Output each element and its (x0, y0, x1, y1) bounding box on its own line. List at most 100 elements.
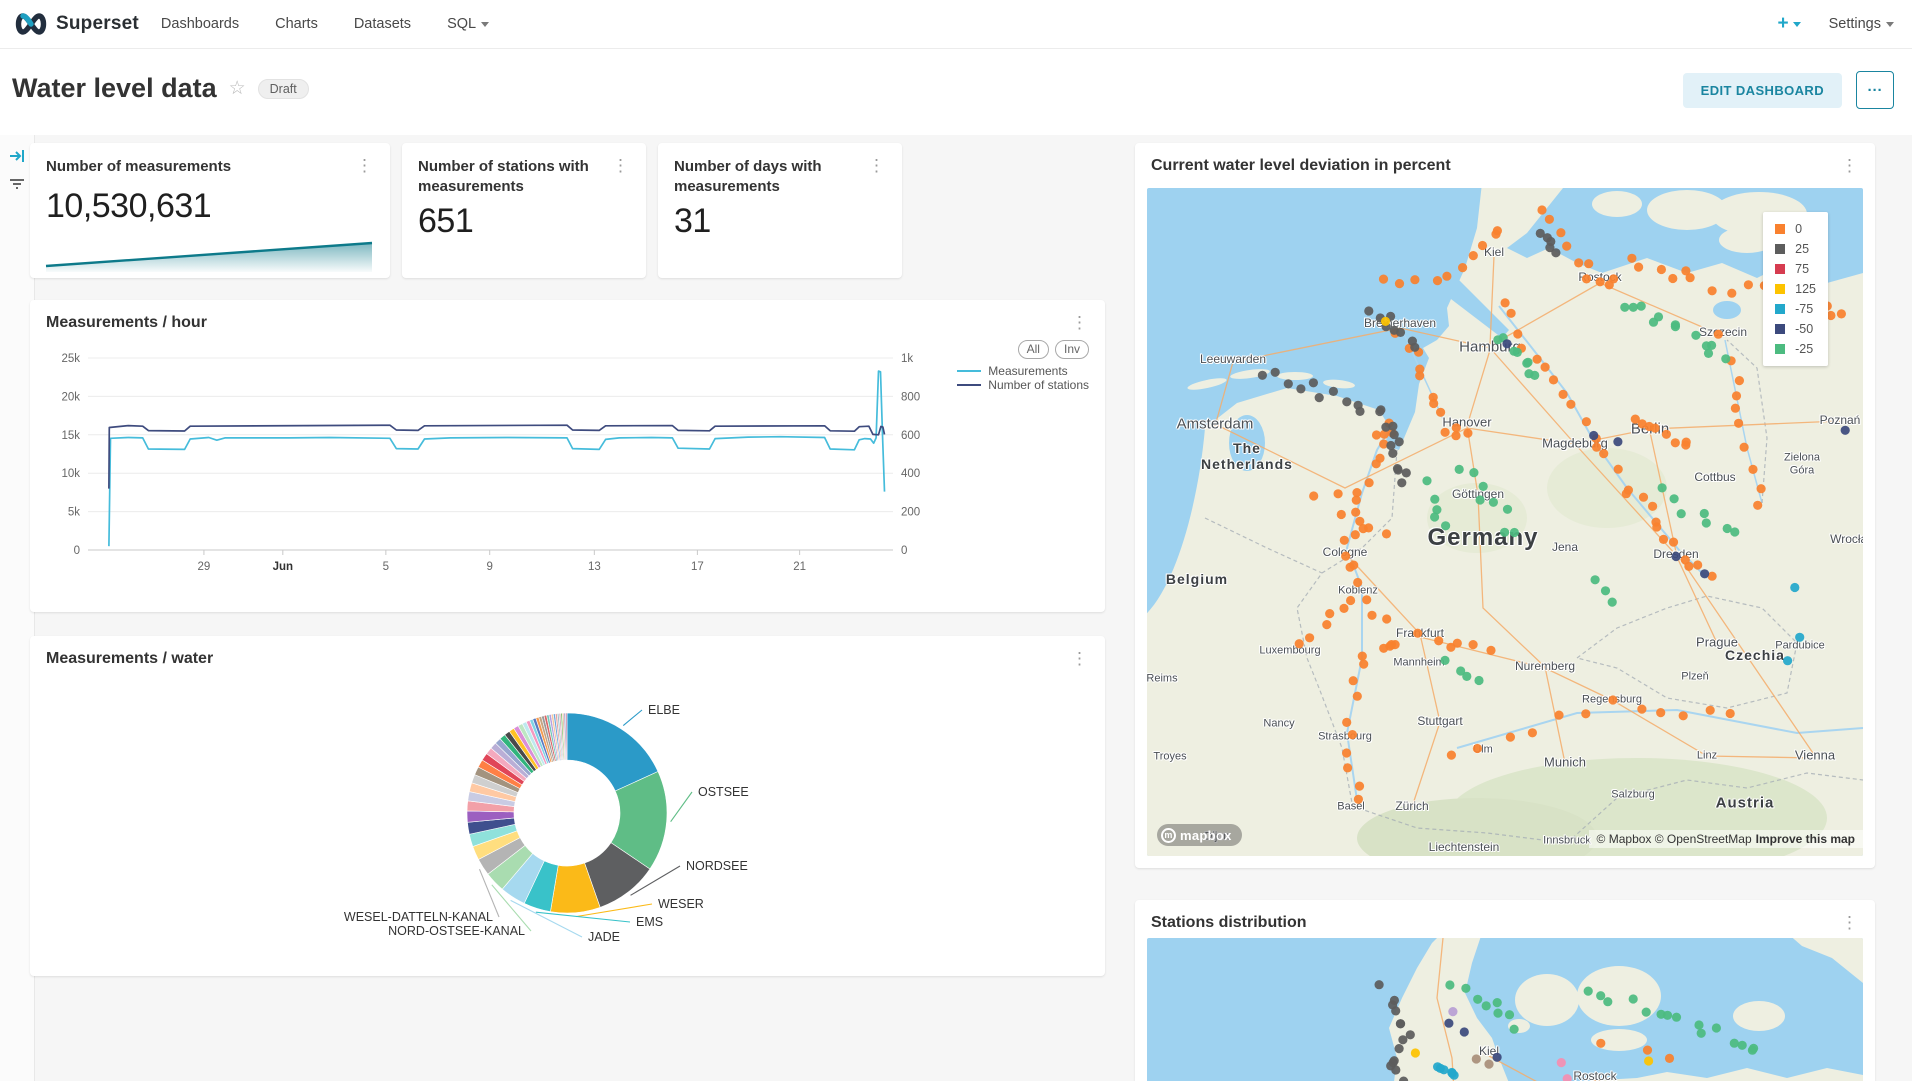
legend-item[interactable]: Measurements (957, 364, 1089, 378)
kebab-menu-icon[interactable]: ⋮ (607, 155, 634, 176)
filter-icon[interactable] (8, 175, 26, 193)
water-donut-chart[interactable]: ELBE OSTSEE NORDSEE WESER EMS JADE NORD-OSTSEE… (30, 636, 1105, 976)
map-legend-item[interactable]: 125 (1775, 282, 1816, 296)
legend-color-swatch (1775, 304, 1785, 314)
status-badge: Draft (258, 79, 309, 99)
svg-text:EMS: EMS (636, 915, 663, 929)
svg-text:WESER: WESER (658, 897, 704, 911)
caret-down-icon (481, 22, 489, 27)
attribution-text[interactable]: © Mapbox © OpenStreetMap (1597, 832, 1752, 846)
more-actions-button[interactable]: ··· (1856, 71, 1894, 109)
favorite-star-icon[interactable]: ☆ (229, 77, 246, 100)
svg-text:NORD-OSTSEE-KANAL: NORD-OSTSEE-KANAL (388, 924, 525, 938)
kpi-value: 31 (674, 202, 886, 241)
nav-item-charts[interactable]: Charts (275, 16, 318, 32)
nav-item-datasets[interactable]: Datasets (354, 16, 411, 32)
legend-line-swatch (957, 384, 981, 386)
map-legend-item[interactable]: 0 (1775, 222, 1816, 236)
map-legend-item[interactable]: 25 (1775, 242, 1816, 256)
superset-logo[interactable]: Superset (14, 13, 139, 35)
kpi-value: 651 (418, 202, 630, 241)
map-legend-item[interactable]: -25 (1775, 342, 1816, 356)
legend-color-swatch (1775, 344, 1785, 354)
expand-filter-bar-icon[interactable] (8, 147, 26, 165)
water-chart-card: Measurements / water ⋮ ELBEOSTSEENORDSEE… (30, 636, 1105, 976)
deviation-map[interactable]: The NetherlandsBelgiumGermanyCzechiaAust… (1147, 188, 1863, 856)
hour-chart-card: Measurements / hour ⋮ AllInv Measurement… (30, 300, 1105, 612)
svg-text:17: 17 (691, 561, 704, 573)
kpi-value: 10,530,631 (46, 187, 374, 226)
improve-map-link[interactable]: Improve this map (1756, 832, 1855, 846)
svg-text:800: 800 (901, 391, 920, 403)
map-legend-item[interactable]: 75 (1775, 262, 1816, 276)
svg-text:1k: 1k (901, 353, 913, 365)
kebab-menu-icon[interactable]: ⋮ (1836, 155, 1863, 176)
kebab-menu-icon[interactable]: ⋮ (1836, 912, 1863, 933)
mapbox-mark-icon: m (1161, 828, 1176, 843)
chart-title: Current water level deviation in percent (1135, 143, 1875, 175)
kpi-sparkline (44, 234, 374, 274)
chart-legend: All Inv MeasurementsNumber of stations (957, 340, 1089, 392)
mapbox-logo[interactable]: mmapbox (1157, 824, 1242, 846)
top-nav: Superset Dashboards Charts Datasets SQL + S… (0, 0, 1912, 49)
svg-text:0: 0 (74, 545, 80, 557)
svg-text:WESEL-DATTELN-KANAL: WESEL-DATTELN-KANAL (344, 910, 493, 924)
svg-text:15k: 15k (61, 430, 80, 442)
legend-color-swatch (1775, 324, 1785, 334)
kebab-menu-icon[interactable]: ⋮ (351, 155, 378, 176)
map-legend-item[interactable]: -50 (1775, 322, 1816, 336)
svg-text:400: 400 (901, 468, 920, 480)
edit-dashboard-button[interactable]: EDIT DASHBOARD (1683, 73, 1842, 108)
hour-line-chart[interactable]: 005k20010k40015k60020k80025k1k29Jun59131… (30, 300, 1105, 612)
legend-color-swatch (1775, 224, 1785, 234)
nav-item-dashboards[interactable]: Dashboards (161, 16, 239, 32)
map-dots (1147, 938, 1863, 1081)
kebab-menu-icon[interactable]: ⋮ (863, 155, 890, 176)
legend-color-swatch (1775, 264, 1785, 274)
nav-menu: Dashboards Charts Datasets SQL (161, 16, 489, 32)
superset-infinity-icon (14, 13, 48, 35)
svg-text:29: 29 (198, 561, 211, 573)
svg-text:25k: 25k (61, 353, 80, 365)
svg-text:200: 200 (901, 507, 920, 519)
kpi-title: Number of days with measurements (674, 157, 886, 198)
svg-text:5: 5 (383, 561, 389, 573)
legend-item[interactable]: Number of stations (957, 378, 1089, 392)
svg-text:JADE: JADE (588, 930, 620, 944)
svg-text:NORDSEE: NORDSEE (686, 859, 748, 873)
caret-down-icon (1793, 22, 1801, 27)
svg-text:9: 9 (486, 561, 492, 573)
dashboard-page: Superset Dashboards Charts Datasets SQL + S… (0, 0, 1912, 1081)
kpi-title: Number of stations with measurements (418, 157, 630, 198)
legend-line-swatch (957, 370, 981, 372)
svg-text:ELBE: ELBE (648, 703, 680, 717)
kpi-card-measurements: Number of measurements ⋮ 10,530,631 (30, 143, 390, 278)
stations-map-card: Stations distribution ⋮ (1135, 900, 1875, 1081)
new-item-button[interactable]: + (1777, 13, 1800, 35)
map-dots (1147, 188, 1863, 856)
dashboard-header: Water level data ☆ Draft EDIT DASHBOARD … (0, 49, 1912, 135)
legend-color-swatch (1775, 284, 1785, 294)
kpi-card-days: Number of days with measurements ⋮ 31 (658, 143, 902, 278)
svg-text:OSTSEE: OSTSEE (698, 785, 749, 799)
caret-down-icon (1886, 22, 1894, 27)
svg-text:21: 21 (793, 561, 806, 573)
legend-button-all[interactable]: All (1018, 340, 1049, 359)
stations-map[interactable]: KielRostock (1147, 938, 1863, 1081)
kpi-card-stations: Number of stations with measurements ⋮ 6… (402, 143, 646, 278)
nav-item-sql[interactable]: SQL (447, 16, 489, 32)
deviation-map-card: Current water level deviation in percent… (1135, 143, 1875, 868)
map-attribution: © Mapbox © OpenStreetMap Improve this map (1589, 830, 1863, 848)
map-legend-item[interactable]: -75 (1775, 302, 1816, 316)
page-title: Water level data (12, 73, 217, 104)
svg-text:0: 0 (901, 545, 907, 557)
legend-button-inv[interactable]: Inv (1055, 340, 1089, 359)
legend-color-swatch (1775, 244, 1785, 254)
svg-text:20k: 20k (61, 391, 80, 403)
brand-name: Superset (56, 13, 139, 35)
settings-menu[interactable]: Settings (1829, 16, 1894, 32)
svg-text:5k: 5k (68, 507, 80, 519)
svg-text:13: 13 (588, 561, 601, 573)
plus-icon: + (1777, 13, 1788, 35)
svg-text:Jun: Jun (273, 561, 293, 573)
